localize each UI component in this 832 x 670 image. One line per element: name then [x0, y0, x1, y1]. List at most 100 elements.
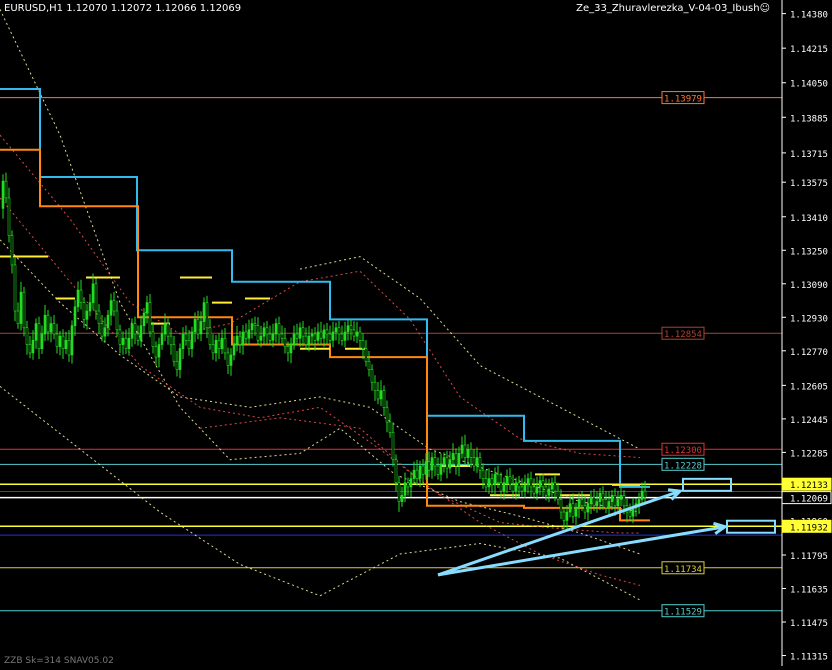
- candle-body: [337, 327, 341, 335]
- candle-body: [382, 390, 386, 408]
- candle-body: [196, 319, 200, 335]
- candle-body: [331, 331, 335, 341]
- candle-body: [643, 490, 647, 498]
- candle-body: [85, 310, 89, 320]
- candle-body: [319, 331, 323, 339]
- candle-body: [40, 333, 44, 350]
- candle-body: [268, 333, 272, 341]
- candle-body: [418, 465, 422, 479]
- candle-body: [460, 444, 464, 454]
- candle-body: [250, 323, 254, 331]
- candle-body: [601, 492, 605, 500]
- candle-body: [301, 327, 305, 337]
- candle-body: [376, 390, 380, 400]
- candle-body: [244, 331, 248, 339]
- candle-body: [592, 497, 596, 507]
- trend-arrow: [437, 489, 681, 577]
- candle-body: [574, 507, 578, 517]
- candle-body: [163, 323, 167, 335]
- candle-body: [202, 302, 206, 322]
- candle-body: [310, 333, 314, 337]
- stair-blue: [0, 88, 650, 488]
- candle-body: [520, 486, 524, 492]
- candle-body: [496, 474, 500, 484]
- candle-body: [112, 300, 116, 312]
- candle-body: [298, 327, 302, 339]
- candle-body: [292, 333, 296, 345]
- candle-body: [127, 337, 131, 350]
- candle-body: [388, 421, 392, 433]
- candle-body: [100, 323, 104, 337]
- candle-body: [367, 360, 371, 370]
- candle-body: [538, 480, 542, 488]
- candle-body: [121, 337, 125, 345]
- axis-price-label: 1.11932: [790, 523, 828, 533]
- candle-body: [619, 495, 623, 500]
- candle-body: [571, 503, 575, 517]
- candle-body: [277, 323, 281, 335]
- candle-body: [136, 333, 140, 341]
- candle-body: [406, 482, 410, 488]
- candle-body: [109, 300, 113, 316]
- candle-body: [160, 333, 164, 345]
- candle-body: [139, 325, 143, 341]
- level-label: 1.12854: [664, 330, 702, 340]
- candle-body: [205, 302, 209, 329]
- candle-body: [457, 453, 461, 467]
- candle-body: [463, 444, 467, 458]
- candle-body: [550, 482, 554, 490]
- candle-body: [283, 337, 287, 347]
- candle-body: [37, 323, 41, 350]
- candle-body: [94, 283, 98, 312]
- candle-body: [349, 325, 353, 331]
- axis-tick-label: 1.11795: [790, 552, 828, 562]
- candle-body: [409, 478, 413, 488]
- candle-body: [145, 302, 149, 314]
- candle-body: [415, 469, 419, 479]
- candle-body: [394, 459, 398, 484]
- candle-body: [604, 499, 608, 509]
- candle-body: [262, 327, 266, 337]
- candle-body: [556, 490, 560, 500]
- candle-body: [442, 457, 446, 465]
- axis-tick-label: 1.12285: [790, 449, 828, 459]
- candle-body: [181, 333, 185, 350]
- candle-body: [628, 511, 632, 517]
- candle-body: [493, 474, 497, 486]
- price-chart[interactable]: 1.14380 1.14215 1.14050 1.13885 1.13715 1.135…: [0, 0, 832, 666]
- candle-body: [247, 329, 251, 339]
- candle-body: [343, 331, 347, 341]
- candle-body: [43, 314, 47, 335]
- axis-tick-label: 1.12930: [790, 314, 828, 324]
- candle-body: [304, 335, 308, 345]
- candle-body: [586, 503, 590, 513]
- candle-body: [25, 327, 29, 345]
- candle-body: [55, 333, 59, 347]
- candle-body: [79, 289, 83, 303]
- candle-body: [286, 346, 290, 354]
- axis-tick-label: 1.11475: [790, 619, 828, 629]
- candle-body: [403, 482, 407, 496]
- chart-root[interactable]: 1.14380 1.14215 1.14050 1.13885 1.13715 1.135…: [0, 0, 832, 666]
- indicator-curve: [199, 417, 641, 586]
- indicator-curve: [299, 256, 641, 450]
- candle-body: [589, 497, 593, 504]
- candle-body: [193, 319, 197, 333]
- candle-body: [424, 461, 428, 475]
- candle-body: [289, 344, 293, 354]
- axis-tick-label: 1.14050: [790, 80, 828, 90]
- candles: [1, 172, 647, 531]
- axis-tick-label: 1.13410: [790, 214, 828, 224]
- candle-body: [439, 463, 443, 475]
- candle-body: [481, 469, 485, 479]
- candle-body: [487, 478, 491, 488]
- candle-body: [430, 457, 434, 471]
- level-label: 1.13979: [664, 95, 702, 105]
- candle-body: [544, 486, 548, 496]
- candle-body: [391, 432, 395, 461]
- candle-body: [448, 459, 452, 469]
- candle-body: [211, 344, 215, 354]
- axis-tick-label: 1.12605: [790, 382, 828, 392]
- axis-tick-label: 1.11635: [790, 586, 828, 596]
- candle-body: [241, 331, 245, 345]
